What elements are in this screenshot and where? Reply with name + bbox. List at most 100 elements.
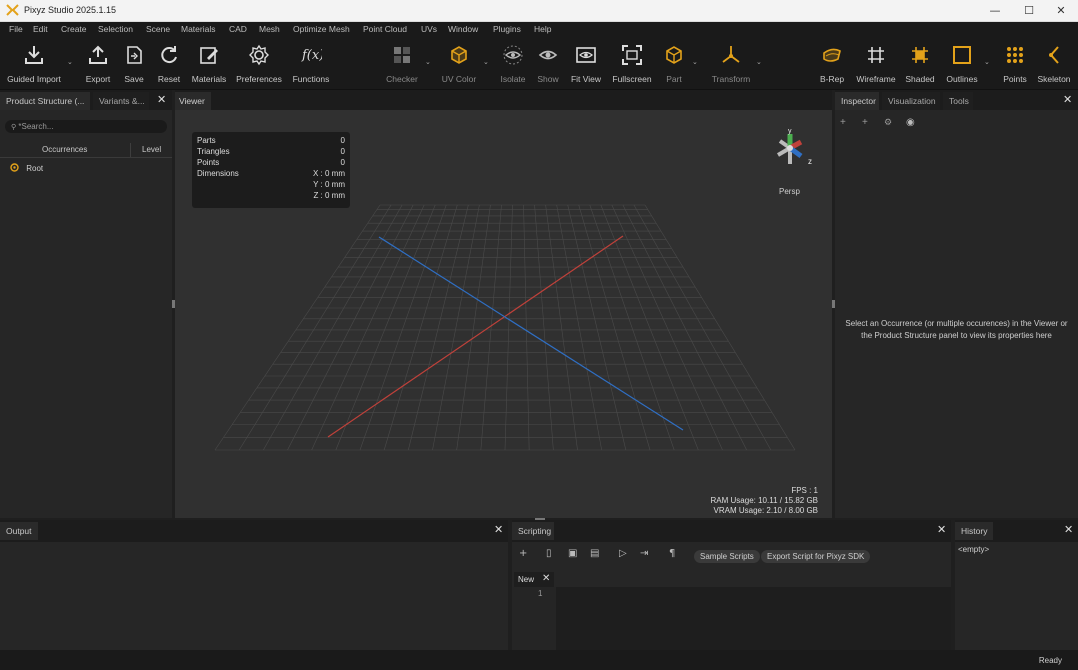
tab-product-structure[interactable]: Product Structure (... bbox=[0, 92, 90, 110]
part-cube-icon bbox=[666, 46, 682, 64]
close-output-icon[interactable]: ✕ bbox=[494, 523, 503, 536]
close-script-tab-icon[interactable]: ✕ bbox=[542, 573, 550, 584]
menu-scene[interactable]: Scene bbox=[146, 24, 170, 34]
column-divider[interactable] bbox=[130, 143, 131, 157]
menu-uvs[interactable]: UVs bbox=[421, 24, 437, 34]
menu-mesh[interactable]: Mesh bbox=[259, 24, 280, 34]
show-whitespace-icon[interactable]: ¶ bbox=[669, 548, 675, 559]
tab-tools[interactable]: Tools bbox=[943, 92, 973, 110]
add-property-icon[interactable]: + bbox=[840, 117, 846, 128]
grid-line bbox=[633, 204, 772, 451]
tab-output[interactable]: Output bbox=[0, 522, 38, 540]
transform-button[interactable]: Transform bbox=[703, 40, 759, 86]
menu-plugins[interactable]: Plugins bbox=[493, 24, 521, 34]
skeleton-label: Skeleton bbox=[1037, 74, 1071, 84]
grid-line bbox=[622, 204, 747, 451]
menu-window[interactable]: Window bbox=[448, 24, 478, 34]
menu-create[interactable]: Create bbox=[61, 24, 87, 34]
tab-history[interactable]: History bbox=[955, 522, 993, 540]
sample-scripts-button[interactable]: Sample Scripts bbox=[694, 550, 760, 563]
grid-line bbox=[359, 204, 447, 451]
target-icon[interactable]: ◉ bbox=[906, 117, 915, 128]
close-left-panel-icon[interactable]: ✕ bbox=[157, 93, 166, 106]
viewer-panel[interactable]: Viewer Parts 0 Triangles 0 Points 0 Dimensi… bbox=[175, 90, 832, 518]
tree-item-root[interactable]: Root bbox=[10, 163, 43, 173]
maximize-button[interactable]: ☐ bbox=[1012, 0, 1046, 22]
guided-import-button[interactable]: Guided Import bbox=[6, 40, 62, 86]
tab-viewer[interactable]: Viewer bbox=[175, 92, 211, 110]
grid-line bbox=[238, 204, 392, 451]
view-orientation-gizmo-icon[interactable]: y z bbox=[768, 128, 818, 172]
menu-help[interactable]: Help bbox=[534, 24, 551, 34]
script-editor[interactable]: 1 bbox=[512, 587, 951, 650]
output-tabstrip: Output ✕ bbox=[0, 520, 508, 542]
open-script-icon[interactable]: ▯ bbox=[546, 548, 552, 559]
svg-text:f(x): f(x) bbox=[301, 48, 322, 63]
transform-dropdown-icon[interactable]: ⌄ bbox=[756, 58, 762, 66]
transform-label: Transform bbox=[711, 74, 751, 84]
grid-line bbox=[504, 204, 513, 451]
menu-optimize-mesh[interactable]: Optimize Mesh bbox=[293, 24, 350, 34]
menu-materials[interactable]: Materials bbox=[181, 24, 215, 34]
inspector-panel: Inspector Visualization Tools ✕ + + ⚙ ◉ … bbox=[835, 90, 1078, 518]
shaded-icon bbox=[912, 47, 928, 63]
script-tab-new[interactable]: New ✕ bbox=[514, 572, 554, 587]
history-empty-label: <empty> bbox=[958, 545, 990, 554]
z-axis-line bbox=[378, 236, 684, 431]
fit-view-icon bbox=[576, 47, 596, 63]
save-as-script-icon[interactable]: ▤ bbox=[590, 548, 599, 559]
camera-mode-label[interactable]: Persp bbox=[779, 187, 800, 196]
points-icon bbox=[1007, 47, 1023, 63]
new-script-icon[interactable]: + bbox=[519, 548, 527, 559]
column-occurrences[interactable]: Occurrences bbox=[42, 145, 87, 154]
grid-line bbox=[556, 204, 602, 451]
left-panel-tabstrip: Product Structure (... Variants &... ✕ bbox=[0, 90, 172, 110]
scene-stats-overlay: Parts 0 Triangles 0 Points 0 Dimensions X : … bbox=[192, 132, 350, 208]
stat-parts: Parts 0 bbox=[197, 136, 345, 145]
grid-line bbox=[523, 204, 530, 451]
stat-points: Points 0 bbox=[197, 158, 345, 167]
fullscreen-icon bbox=[622, 45, 642, 65]
menu-edit[interactable]: Edit bbox=[33, 24, 48, 34]
tab-scripting[interactable]: Scripting bbox=[512, 522, 554, 540]
menu-cad[interactable]: CAD bbox=[229, 24, 247, 34]
add-component-icon[interactable]: + bbox=[862, 117, 868, 128]
title-bar: Pixyz Studio 2025.1.15 — ☐ ✕ bbox=[0, 0, 1078, 22]
save-script-icon[interactable]: ▣ bbox=[568, 548, 577, 559]
close-inspector-icon[interactable]: ✕ bbox=[1063, 93, 1072, 106]
settings-sliders-icon[interactable]: ⚙ bbox=[884, 118, 892, 128]
functions-button[interactable]: f(x) Functions bbox=[283, 40, 339, 86]
scripting-panel: Scripting ✕ + ▯ ▣ ▤ ▷ ⇥ ¶ Sample Scripts… bbox=[512, 520, 951, 650]
search-placeholder: *Search... bbox=[18, 122, 54, 131]
skeleton-button[interactable]: Skeleton bbox=[1026, 40, 1078, 86]
checker-dropdown-icon[interactable]: ⌄ bbox=[425, 58, 431, 66]
column-level[interactable]: Level bbox=[142, 145, 161, 154]
tab-visualization[interactable]: Visualization bbox=[882, 92, 940, 110]
stat-dimensions: Dimensions X : 0 mm bbox=[197, 169, 345, 178]
history-tabstrip: History ✕ bbox=[955, 520, 1078, 542]
menu-selection[interactable]: Selection bbox=[98, 24, 133, 34]
functions-icon: f(x) bbox=[301, 48, 322, 63]
close-window-button[interactable]: ✕ bbox=[1044, 0, 1078, 22]
brep-surface-icon bbox=[823, 48, 841, 62]
materials-icon bbox=[200, 47, 218, 64]
transform-gizmo-icon bbox=[722, 46, 740, 63]
menu-file[interactable]: File bbox=[9, 24, 23, 34]
ram-usage-readout: RAM Usage: 10.11 / 15.82 GB bbox=[710, 496, 818, 505]
close-history-icon[interactable]: ✕ bbox=[1064, 523, 1073, 536]
tab-variants[interactable]: Variants &... bbox=[93, 92, 149, 110]
minimize-button[interactable]: — bbox=[978, 0, 1012, 22]
part-dropdown-icon[interactable]: ⌄ bbox=[692, 58, 698, 66]
menu-point-cloud[interactable]: Point Cloud bbox=[363, 24, 407, 34]
scripting-tabstrip: Scripting ✕ bbox=[512, 520, 951, 542]
svg-text:y: y bbox=[788, 128, 792, 135]
wireframe-icon bbox=[868, 47, 884, 63]
eye-icon bbox=[538, 50, 558, 60]
export-script-sdk-button[interactable]: Export Script for Pixyz SDK bbox=[761, 550, 871, 563]
run-selection-icon[interactable]: ⇥ bbox=[640, 548, 648, 559]
close-scripting-icon[interactable]: ✕ bbox=[937, 523, 946, 536]
tab-inspector[interactable]: Inspector bbox=[835, 92, 879, 110]
run-script-icon[interactable]: ▷ bbox=[619, 548, 627, 559]
stat-triangles: Triangles 0 bbox=[197, 147, 345, 156]
search-input[interactable]: ⚲ *Search... bbox=[5, 120, 167, 133]
